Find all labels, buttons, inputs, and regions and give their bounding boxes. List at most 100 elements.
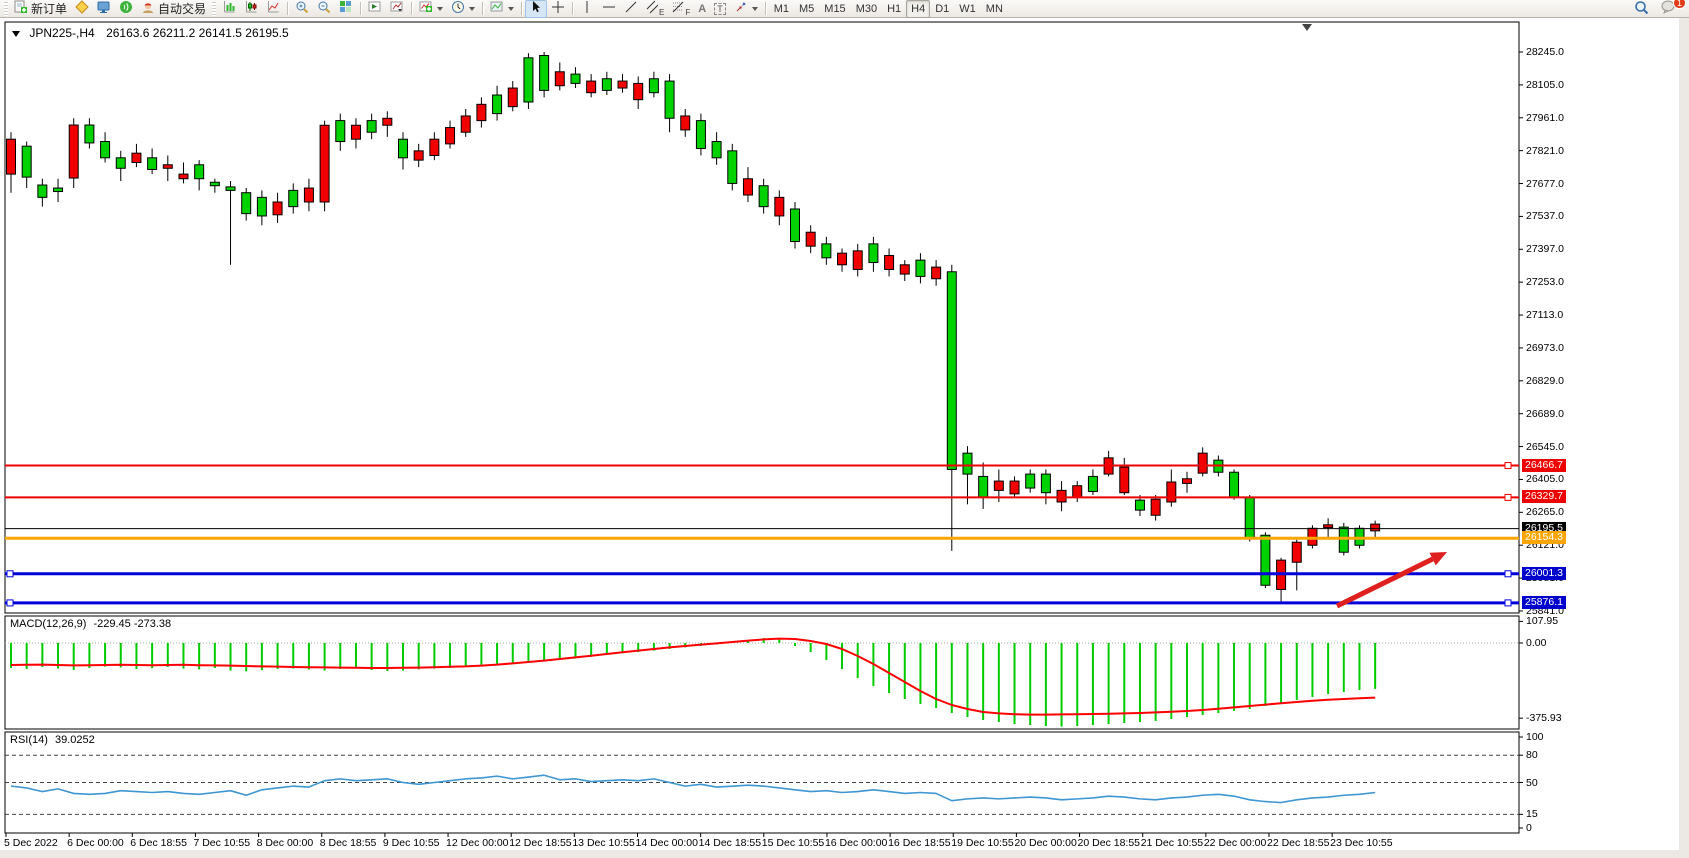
autotrading-button[interactable]: 自动交易 bbox=[137, 0, 210, 18]
timeframe-toolbar: M1M5M15M30H1H4D1W1MN bbox=[769, 0, 1008, 18]
rsi-name: RSI(14) bbox=[10, 734, 48, 746]
autotrading-label: 自动交易 bbox=[158, 0, 206, 17]
candlestick-chart-button[interactable] bbox=[240, 0, 262, 18]
crosshair-tool-button[interactable] bbox=[547, 0, 569, 18]
indicators-icon bbox=[419, 0, 433, 17]
terminal-button[interactable] bbox=[93, 0, 115, 18]
new-order-button[interactable]: 新订单 bbox=[10, 0, 71, 18]
new-order-label: 新订单 bbox=[31, 0, 67, 17]
line-chart-button[interactable] bbox=[262, 0, 284, 18]
autotrading-icon bbox=[141, 0, 155, 17]
candlestick-chart-icon bbox=[244, 0, 258, 17]
line-handle[interactable] bbox=[1505, 571, 1511, 577]
label-tool-icon: T bbox=[714, 3, 726, 15]
zoom-out-button[interactable] bbox=[313, 0, 335, 18]
zoom-in-icon bbox=[295, 0, 309, 17]
candle bbox=[1261, 532, 1270, 588]
crosshair-icon bbox=[551, 0, 565, 17]
bar-chart-button[interactable] bbox=[218, 0, 240, 18]
line-handle[interactable] bbox=[1505, 463, 1511, 469]
chevron-down-icon bbox=[752, 7, 758, 11]
line-handle[interactable] bbox=[7, 600, 13, 606]
candle bbox=[791, 202, 800, 249]
ohlc-values: 26163.6 26211.2 26141.5 26195.5 bbox=[106, 26, 289, 40]
window-right-edge[interactable] bbox=[1679, 18, 1689, 858]
periods-button[interactable] bbox=[447, 0, 479, 18]
arrows-tool-button[interactable] bbox=[730, 0, 762, 18]
timeframe-button-M30[interactable]: M30 bbox=[851, 0, 882, 18]
line-chart-icon bbox=[266, 0, 280, 17]
zoom-in-button[interactable] bbox=[291, 0, 313, 18]
candle bbox=[69, 118, 78, 188]
mt4-window: 新订单 自动交易 E F A T bbox=[0, 0, 1689, 858]
fibonacci-letter: F bbox=[685, 8, 690, 17]
timeframe-button-M5[interactable]: M5 bbox=[794, 0, 819, 18]
rsi-value: 39.0252 bbox=[55, 734, 95, 746]
channel-letter: E bbox=[659, 8, 664, 17]
bar-chart-icon bbox=[222, 0, 236, 17]
line-handle[interactable] bbox=[1505, 600, 1511, 606]
chart-canvas[interactable] bbox=[0, 18, 1689, 858]
main-toolbar: 新订单 自动交易 E F A T bbox=[0, 0, 1689, 18]
text-tool-icon: A bbox=[698, 3, 706, 15]
chevron-down-icon bbox=[437, 7, 443, 11]
auto-scroll-button[interactable] bbox=[364, 0, 386, 18]
arrows-icon bbox=[734, 0, 748, 17]
timeframe-button-M15[interactable]: M15 bbox=[819, 0, 850, 18]
chart-shift-icon bbox=[390, 0, 404, 17]
candle bbox=[524, 53, 533, 109]
tile-windows-icon bbox=[339, 0, 353, 17]
chart-window[interactable]: 28245.028105.027961.027821.027677.027537… bbox=[0, 18, 1689, 858]
timeframe-button-W1[interactable]: W1 bbox=[954, 0, 981, 18]
terminal-icon bbox=[97, 0, 111, 17]
metaeditor-icon bbox=[75, 0, 89, 17]
metaeditor-button[interactable] bbox=[71, 0, 93, 18]
cursor-tool-button[interactable] bbox=[525, 0, 547, 18]
macd-name: MACD(12,26,9) bbox=[10, 618, 86, 630]
candle bbox=[540, 52, 549, 97]
channel-icon bbox=[646, 0, 658, 17]
horizontal-line-tool-button[interactable] bbox=[598, 0, 620, 18]
toolbar-grip[interactable] bbox=[4, 2, 8, 16]
rsi-indicator-label: RSI(14) 39.0252 bbox=[10, 734, 95, 746]
vertical-line-tool-button[interactable] bbox=[576, 0, 598, 18]
candle bbox=[1230, 469, 1239, 499]
timeframe-button-M1[interactable]: M1 bbox=[769, 0, 794, 18]
fibonacci-icon bbox=[672, 0, 684, 17]
timeframe-button-MN[interactable]: MN bbox=[981, 0, 1008, 18]
notifications-button[interactable]: 1 bbox=[1657, 0, 1681, 18]
notification-badge: 1 bbox=[1673, 0, 1686, 9]
candle bbox=[320, 121, 329, 212]
line-handle[interactable] bbox=[1505, 494, 1511, 500]
timeframe-button-H4[interactable]: H4 bbox=[906, 0, 930, 18]
candle bbox=[728, 144, 737, 191]
text-tool-button[interactable]: A bbox=[694, 0, 710, 18]
label-tool-button[interactable]: T bbox=[710, 0, 730, 18]
line-handle[interactable] bbox=[7, 571, 13, 577]
fibonacci-tool-button[interactable]: F bbox=[668, 0, 694, 18]
signals-icon bbox=[119, 0, 133, 17]
timeframe-button-H1[interactable]: H1 bbox=[882, 0, 906, 18]
window-bottom-edge bbox=[0, 850, 1689, 858]
search-icon bbox=[1634, 0, 1649, 18]
trendline-tool-button[interactable] bbox=[620, 0, 642, 18]
horizontal-line-icon bbox=[602, 0, 616, 17]
tile-windows-button[interactable] bbox=[335, 0, 357, 18]
toolbar-grip[interactable] bbox=[212, 2, 216, 16]
chevron-down-icon bbox=[469, 7, 475, 11]
templates-button[interactable] bbox=[486, 0, 518, 18]
clock-icon bbox=[451, 0, 465, 17]
new-order-icon bbox=[14, 0, 28, 17]
signals-button[interactable] bbox=[115, 0, 137, 18]
timeframe-button-D1[interactable]: D1 bbox=[930, 0, 954, 18]
chart-shift-button[interactable] bbox=[386, 0, 408, 18]
vertical-line-icon bbox=[580, 0, 594, 17]
symbol-dropdown-icon[interactable] bbox=[12, 31, 20, 37]
search-button[interactable] bbox=[1630, 0, 1653, 18]
symbol-period-label: JPN225-,H4 bbox=[29, 26, 94, 40]
channel-tool-button[interactable]: E bbox=[642, 0, 668, 18]
candle bbox=[1245, 495, 1254, 542]
indicators-button[interactable] bbox=[415, 0, 447, 18]
chart-header: JPN225-,H4 26163.6 26211.2 26141.5 26195… bbox=[12, 26, 289, 40]
chevron-down-icon bbox=[508, 7, 514, 11]
